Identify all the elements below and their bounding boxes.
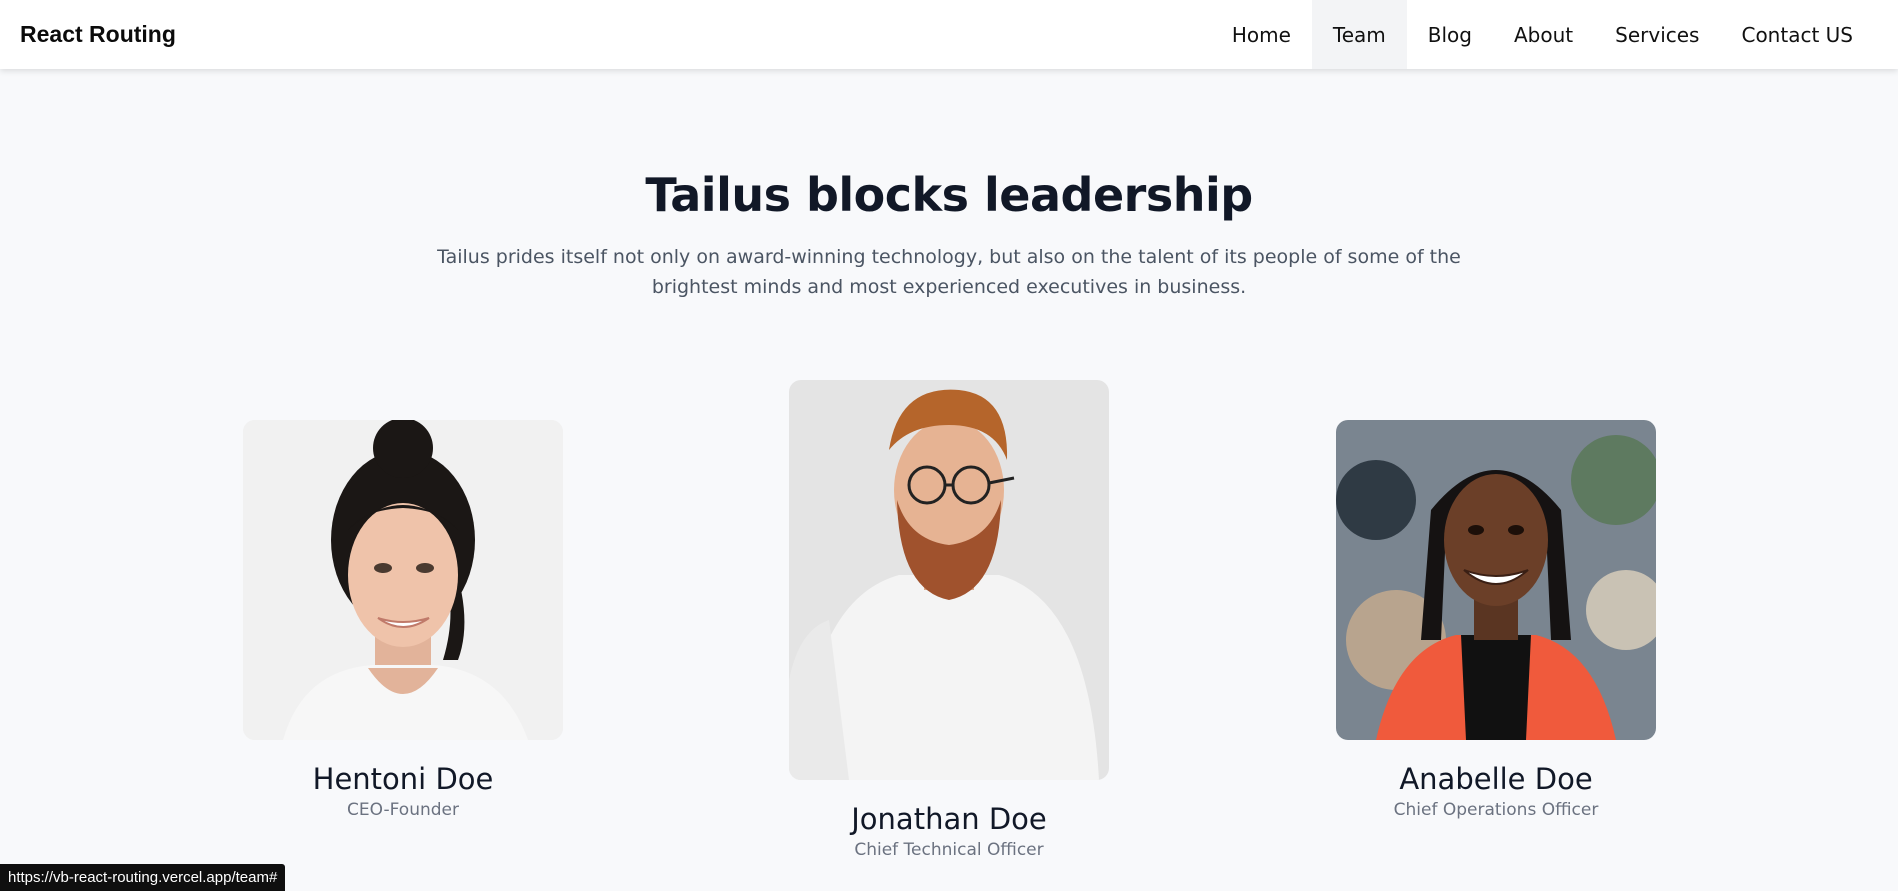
- member-role: Chief Technical Officer: [854, 840, 1044, 860]
- page-description: Tailus prides itself not only on award-w…: [437, 246, 1461, 298]
- member-name: Jonathan Doe: [851, 802, 1047, 836]
- page-title: Tailus blocks leadership: [645, 168, 1253, 222]
- nav-team[interactable]: Team: [1311, 0, 1407, 69]
- member-role: CEO-Founder: [347, 800, 459, 820]
- link-preview-statusbar: https://vb-react-routing.vercel.app/team…: [0, 864, 286, 891]
- nav-links: Home Team Blog About Services Contact US: [1211, 0, 1874, 69]
- woman-portrait-photo: [1336, 420, 1656, 740]
- member-name: Hentoni Doe: [312, 762, 494, 796]
- brand-logo-link[interactable]: React Routing: [20, 21, 176, 48]
- nav-contact[interactable]: Contact US: [1720, 0, 1874, 69]
- member-name: Anabelle Doe: [1399, 762, 1593, 796]
- leadership-header: Tailus blocks leadership Tailus prides i…: [0, 168, 1898, 302]
- top-navbar: React Routing Home Team Blog About Servi…: [0, 0, 1898, 69]
- nav-blog[interactable]: Blog: [1407, 0, 1493, 69]
- man-portrait-photo: [789, 380, 1109, 780]
- team-card-anabelle: Anabelle Doe Chief Operations Officer: [1336, 420, 1656, 820]
- team-card-jonathan: Jonathan Doe Chief Technical Officer: [789, 380, 1109, 860]
- nav-services[interactable]: Services: [1594, 0, 1720, 69]
- team-card-hentoni: Hentoni Doe CEO-Founder: [243, 420, 563, 820]
- woman-portrait-photo: [243, 420, 563, 740]
- member-role: Chief Operations Officer: [1393, 800, 1599, 820]
- nav-about[interactable]: About: [1493, 0, 1594, 69]
- nav-home[interactable]: Home: [1211, 0, 1312, 69]
